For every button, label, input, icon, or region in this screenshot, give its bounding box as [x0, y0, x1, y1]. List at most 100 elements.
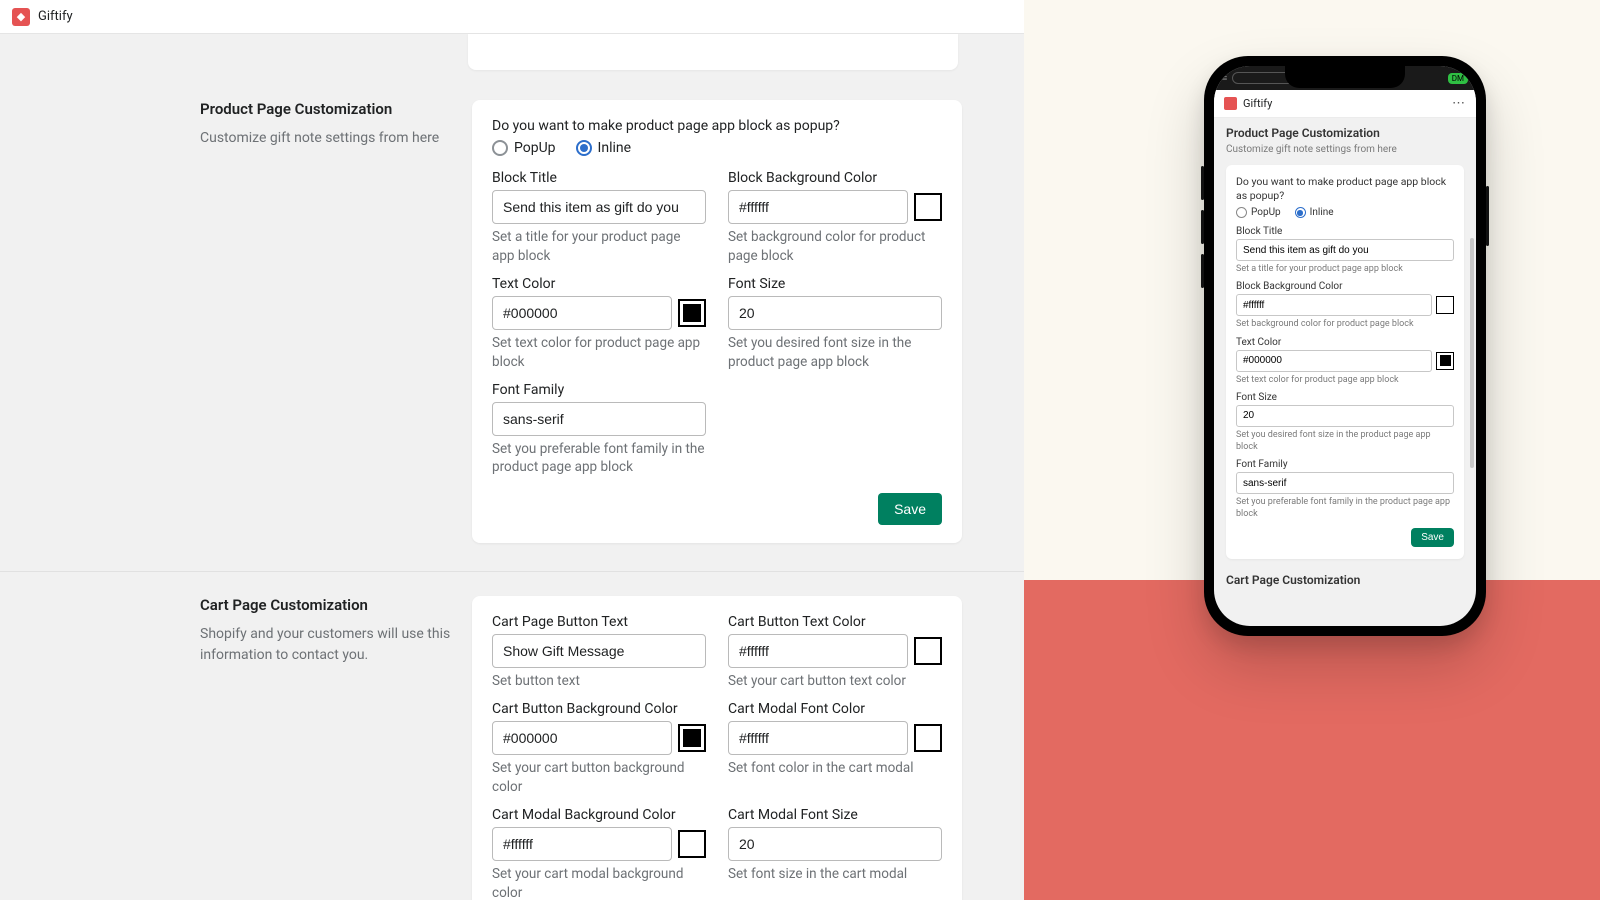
label-block-bg: Block Background Color: [728, 170, 942, 186]
m-radio-inline[interactable]: Inline: [1295, 207, 1334, 218]
help-cart-btn-text: Set button text: [492, 672, 706, 691]
field-cart-modal-size: Cart Modal Font Size Set font size in th…: [728, 807, 942, 900]
phone-notch: [1285, 66, 1405, 88]
input-cart-modal-bg[interactable]: [492, 827, 672, 861]
color-swatch-icon: [683, 835, 701, 853]
more-icon[interactable]: ⋯: [1452, 97, 1466, 110]
field-font-size: Font Size Set you desired font size in t…: [728, 276, 942, 372]
m-product-card: Do you want to make product page app blo…: [1226, 165, 1464, 559]
m-input-text-color[interactable]: [1236, 350, 1432, 372]
input-cart-btn-color[interactable]: [728, 634, 908, 668]
label-cart-modal-bg: Cart Modal Background Color: [492, 807, 706, 823]
label-text-color: Text Color: [492, 276, 706, 292]
m-help-block-title: Set a title for your product page app bl…: [1236, 263, 1454, 275]
help-text-color: Set text color for product page app bloc…: [492, 334, 706, 372]
swatch-block-bg[interactable]: [914, 193, 942, 221]
swatch-cart-modal-bg[interactable]: [678, 830, 706, 858]
section-cart-title: Cart Page Customization: [200, 596, 452, 614]
field-cart-btn-color: Cart Button Text Color Set your cart but…: [728, 614, 942, 691]
color-swatch-icon: [919, 642, 937, 660]
save-button-product[interactable]: Save: [878, 493, 942, 525]
m-input-font-family[interactable]: [1236, 472, 1454, 494]
field-cart-modal-font: Cart Modal Font Color Set font color in …: [728, 701, 942, 797]
m-label-font-size: Font Size: [1236, 392, 1454, 403]
m-swatch-text-color[interactable]: [1436, 352, 1454, 370]
status-badge: DM: [1448, 73, 1468, 84]
radio-popup[interactable]: PopUp: [492, 140, 556, 156]
label-cart-btn-text: Cart Page Button Text: [492, 614, 706, 630]
app-logo-icon: ◆: [12, 8, 30, 26]
content: Product Page Customization Customize gif…: [0, 34, 1024, 900]
input-block-title[interactable]: [492, 190, 706, 224]
product-radio-row: PopUp Inline: [492, 140, 942, 156]
section-cart: Cart Page Customization Shopify and your…: [0, 596, 1024, 900]
m-section-title: Product Page Customization: [1226, 126, 1464, 140]
m-input-bg[interactable]: [1236, 294, 1432, 316]
field-cart-btn-text: Cart Page Button Text Set button text: [492, 614, 706, 691]
swatch-cart-modal-font[interactable]: [914, 724, 942, 752]
swatch-cart-btn-bg[interactable]: [678, 724, 706, 752]
m-help-font-size: Set you desired font size in the product…: [1236, 429, 1454, 453]
help-block-title: Set a title for your product page app bl…: [492, 228, 706, 266]
m-save-button[interactable]: Save: [1411, 528, 1454, 547]
radio-inline-label: Inline: [598, 140, 632, 156]
m-label-block-title: Block Title: [1236, 226, 1454, 237]
input-text-color[interactable]: [492, 296, 672, 330]
section-product-desc: Customize gift note settings from here: [200, 128, 452, 148]
app-topbar: ◆ Giftify: [0, 0, 1024, 34]
section-cart-desc: Shopify and your customers will use this…: [200, 624, 452, 665]
help-block-bg: Set background color for product page bl…: [728, 228, 942, 266]
input-font-size[interactable]: [728, 296, 942, 330]
hamburger-icon: ≡: [1222, 73, 1227, 84]
color-swatch-icon: [683, 304, 701, 322]
m-help-bg: Set background color for product page bl…: [1236, 318, 1454, 330]
help-cart-modal-bg: Set your cart modal background color: [492, 865, 706, 900]
label-cart-btn-color: Cart Button Text Color: [728, 614, 942, 630]
swatch-cart-btn-color[interactable]: [914, 637, 942, 665]
m-question: Do you want to make product page app blo…: [1236, 175, 1454, 203]
radio-inline[interactable]: Inline: [576, 140, 632, 156]
cart-card: Cart Page Button Text Set button text Ca…: [472, 596, 962, 900]
m-label-bg: Block Background Color: [1236, 281, 1454, 292]
label-cart-btn-bg: Cart Button Background Color: [492, 701, 706, 717]
help-cart-modal-font: Set font color in the cart modal: [728, 759, 942, 778]
color-swatch-icon: [919, 198, 937, 216]
m-help-text-color: Set text color for product page app bloc…: [1236, 374, 1454, 386]
color-swatch-icon: [919, 729, 937, 747]
phone-screen: ≡ DM Giftify ⋯ Product Page Customizatio…: [1214, 66, 1476, 626]
label-cart-modal-size: Cart Modal Font Size: [728, 807, 942, 823]
m-help-font-family: Set you preferable font family in the pr…: [1236, 496, 1454, 520]
m-label-text-color: Text Color: [1236, 337, 1454, 348]
mobile-body: Product Page Customization Customize gif…: [1214, 118, 1476, 626]
input-font-family[interactable]: [492, 402, 706, 436]
field-text-color: Text Color Set text color for product pa…: [492, 276, 706, 372]
field-cart-btn-bg: Cart Button Background Color Set your ca…: [492, 701, 706, 797]
label-block-title: Block Title: [492, 170, 706, 186]
section-product-meta: Product Page Customization Customize gif…: [200, 100, 452, 543]
m-radio-popup-label: PopUp: [1251, 207, 1281, 218]
mobile-app-name: Giftify: [1243, 97, 1272, 110]
input-cart-btn-bg[interactable]: [492, 721, 672, 755]
help-cart-btn-bg: Set your cart button background color: [492, 759, 706, 797]
scrollbar[interactable]: [1470, 238, 1474, 468]
m-swatch-bg[interactable]: [1436, 296, 1454, 314]
field-font-family: Font Family Set you preferable font fami…: [492, 382, 706, 478]
swatch-text-color[interactable]: [678, 299, 706, 327]
help-cart-btn-color: Set your cart button text color: [728, 672, 942, 691]
m-radio-popup[interactable]: PopUp: [1236, 207, 1281, 218]
mobile-topbar: Giftify ⋯: [1214, 90, 1476, 118]
m-input-block-title[interactable]: [1236, 239, 1454, 261]
radio-icon: [1236, 207, 1247, 218]
input-cart-modal-size[interactable]: [728, 827, 942, 861]
input-cart-btn-text[interactable]: [492, 634, 706, 668]
app-name: Giftify: [38, 9, 73, 24]
m-input-font-size[interactable]: [1236, 405, 1454, 427]
input-block-bg[interactable]: [728, 190, 908, 224]
radio-popup-label: PopUp: [514, 140, 556, 156]
field-cart-modal-bg: Cart Modal Background Color Set your car…: [492, 807, 706, 900]
m-section-desc: Customize gift note settings from here: [1226, 144, 1464, 155]
m-radio-inline-label: Inline: [1310, 207, 1334, 218]
input-cart-modal-font[interactable]: [728, 721, 908, 755]
color-swatch-icon: [1440, 355, 1451, 366]
field-block-bg: Block Background Color Set background co…: [728, 170, 942, 266]
